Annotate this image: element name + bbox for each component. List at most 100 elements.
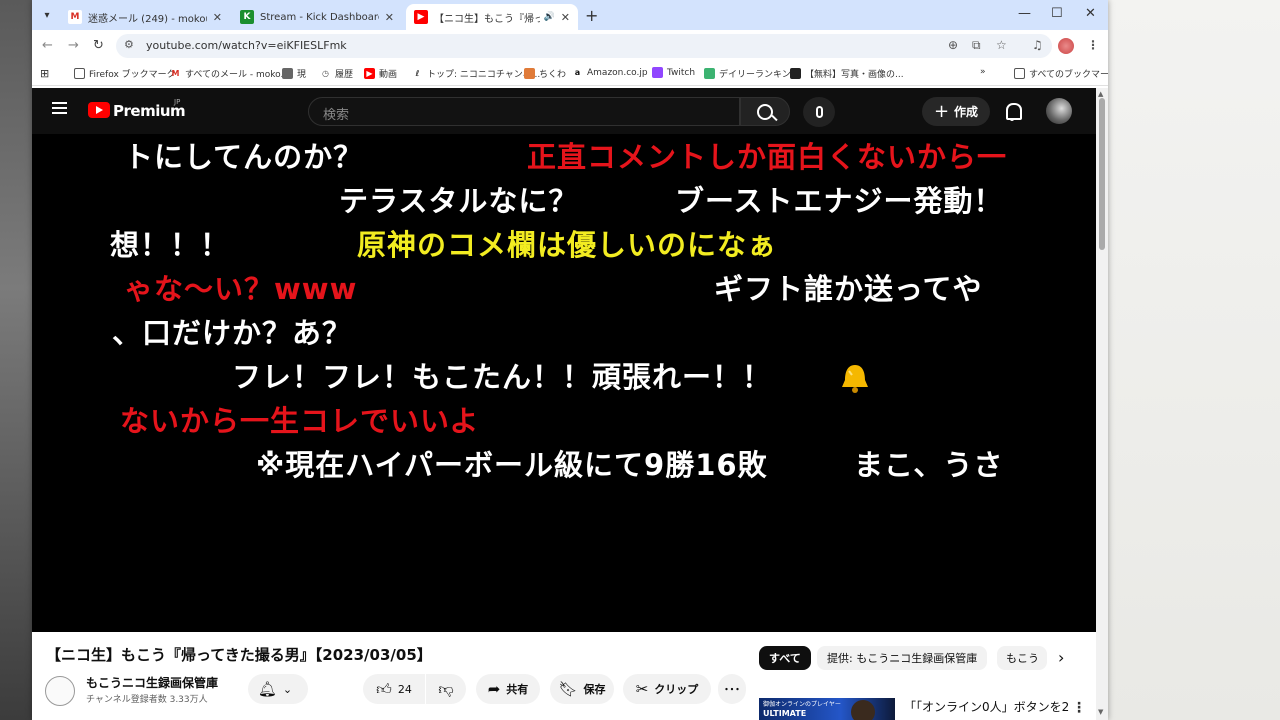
danmaku-comment: 想！！！ xyxy=(110,228,231,262)
address-bar[interactable]: ⚙ youtube.com/watch?v=eiKFIESLFmk ⊕ ⧉ ☆ xyxy=(116,34,1052,58)
speaker-icon[interactable]: 🔊 xyxy=(544,12,555,22)
new-tab-button[interactable]: + xyxy=(585,6,598,25)
bookmark-item[interactable]: M すべてのメール - moko... xyxy=(170,67,290,80)
danmaku-comment: 原神のコメ欄は優しいのになぁ xyxy=(357,228,778,262)
scroll-up-icon[interactable]: ▲ xyxy=(1098,90,1103,98)
plus-icon: + xyxy=(933,100,950,122)
hamburger-menu-icon[interactable] xyxy=(52,102,67,114)
all-bookmarks-folder[interactable]: すべてのブックマーク xyxy=(1014,67,1108,80)
bookmark-item[interactable]: ちくわ xyxy=(524,67,566,80)
close-icon[interactable]: ✕ xyxy=(385,11,394,24)
zoom-icon[interactable]: ⊕ xyxy=(948,38,958,52)
clip-button[interactable]: ✂ クリップ xyxy=(623,674,711,704)
chip-channel[interactable]: 提供: もこうニコ生録画保管庫 xyxy=(817,646,988,670)
close-window-button[interactable]: ✕ xyxy=(1085,6,1096,21)
chevron-right-icon[interactable]: › xyxy=(1058,648,1064,667)
like-button[interactable]: 👍︎ 24 xyxy=(363,674,425,704)
clip-label: クリップ xyxy=(654,683,699,696)
subscribe-notification-button[interactable]: 🔔︎ ⌄ xyxy=(248,674,308,704)
bookmark-item[interactable]: ▶ 動画 xyxy=(364,67,397,80)
minimize-button[interactable]: — xyxy=(1018,6,1031,21)
menu-icon[interactable]: ⋮ xyxy=(1087,38,1099,52)
bookmark-item[interactable]: a Amazon.co.jp xyxy=(572,67,648,78)
bookmark-star-icon[interactable]: ☆ xyxy=(996,38,1007,52)
share-icon: ➦ xyxy=(487,680,501,698)
scroll-down-icon[interactable]: ▼ xyxy=(1098,708,1103,716)
page-icon xyxy=(282,68,293,79)
tab-strip: ▾ M 迷惑メール (249) - mokouliszt1@ ✕ K Strea… xyxy=(32,0,1108,30)
danmaku-comment: ブーストエナジー発動！ xyxy=(675,184,1004,218)
tab-gmail[interactable]: M 迷惑メール (249) - mokouliszt1@ ✕ xyxy=(60,4,230,30)
bookmark-label: ちくわ xyxy=(539,70,567,80)
bookmark-item[interactable]: ◷ 履歴 xyxy=(320,67,353,80)
install-icon[interactable]: ⧉ xyxy=(972,38,981,53)
youtube-page: Premium JP 検索 + 作成 トにしてんのか？ 正直コメントしか面白くな… xyxy=(32,88,1108,720)
back-icon[interactable]: ← xyxy=(42,38,53,53)
video-letterbox xyxy=(1010,134,1096,632)
page-scrollbar[interactable]: ▲ ▼ xyxy=(1096,88,1108,720)
bookmark-item[interactable]: Twitch xyxy=(652,67,695,78)
chip-label: 提供: もこうニコ生録画保管庫 xyxy=(827,652,978,665)
tab-search-icon[interactable]: ▾ xyxy=(38,6,56,24)
chip-mokou[interactable]: もこう xyxy=(997,646,1047,670)
bell-icon: 🔔︎ xyxy=(257,680,277,698)
search-icon[interactable] xyxy=(740,97,790,126)
amazon-icon: a xyxy=(574,68,581,77)
site-info-icon[interactable]: ⚙ xyxy=(124,38,134,51)
recommended-menu-icon[interactable]: ⋮ xyxy=(1072,700,1086,716)
recommended-title[interactable]: 「「オンライン0人」ボタンを2 xyxy=(904,698,1069,715)
tab-kick[interactable]: K Stream - Kick Dashboard ✕ xyxy=(232,4,402,30)
bookmark-item[interactable]: デイリーランキング xyxy=(704,67,800,80)
search-input[interactable]: 検索 xyxy=(308,97,740,126)
bookmark-label: 動画 xyxy=(379,70,398,80)
bookmark-label: デイリーランキング xyxy=(719,70,800,80)
video-player[interactable]: トにしてんのか？ 正直コメントしか面白くないから一 テラスタルなに？ ブーストエ… xyxy=(32,134,1096,632)
account-avatar[interactable] xyxy=(1046,98,1072,124)
danmaku-comment: ギフト誰か送ってや xyxy=(714,272,983,306)
scrollbar-thumb[interactable] xyxy=(1099,98,1105,250)
microphone-icon[interactable] xyxy=(803,97,835,127)
create-button[interactable]: + 作成 xyxy=(922,97,990,126)
bookmark-item[interactable]: 【無料】写真・画像の... xyxy=(790,67,904,80)
bell-emoji-icon xyxy=(842,365,868,393)
forward-icon[interactable]: → xyxy=(68,38,79,53)
bookmark-label: 履歴 xyxy=(335,70,354,80)
thumbnail-caption: 御伽オンラインのプレイヤー xyxy=(763,701,841,708)
url-text[interactable]: youtube.com/watch?v=eiKFIESLFmk xyxy=(146,39,347,52)
youtube-logo-icon[interactable] xyxy=(88,102,110,118)
tab-title: 【ニコ生】もこう『帰ってきた撮る xyxy=(434,13,540,25)
maximize-button[interactable]: ☐ xyxy=(1051,6,1063,21)
channel-name[interactable]: もこうニコ生録画保管庫 xyxy=(86,674,218,691)
desktop-background-left xyxy=(0,0,32,720)
bookmark-item[interactable]: Firefox ブックマーク xyxy=(74,67,176,80)
bookmark-label: Firefox ブックマーク xyxy=(89,70,176,80)
danmaku-comment: ないから一生コレでいいよ xyxy=(120,404,480,438)
danmaku-comment: ※現在ハイパーボール級にて9勝16敗 xyxy=(256,448,768,482)
close-icon[interactable]: ✕ xyxy=(561,11,570,24)
bookmark-label: すべてのブックマーク xyxy=(1029,70,1108,80)
chip-all[interactable]: すべて xyxy=(759,646,811,670)
danmaku-comment: まこ、うさ xyxy=(854,448,1004,482)
apps-icon[interactable]: ⊞ xyxy=(40,67,49,80)
share-button[interactable]: ➦ 共有 xyxy=(476,674,540,704)
media-control-icon[interactable]: ♫ xyxy=(1032,38,1043,52)
bookmark-item[interactable]: ℓ トップ: ニコニコチャンネ... xyxy=(412,67,541,80)
notifications-bell-icon[interactable] xyxy=(1002,101,1022,121)
bookmark-item[interactable]: 現 xyxy=(282,67,306,80)
recommended-thumbnail[interactable]: 御伽オンラインのプレイヤー ULTIMATE xyxy=(759,698,895,720)
danmaku-comment: 正直コメントしか面白くないから一 xyxy=(527,140,1008,174)
close-icon[interactable]: ✕ xyxy=(213,11,222,24)
video-title: 【ニコ生】もこう『帰ってきた撮る男』【2023/03/05】 xyxy=(46,646,432,664)
more-bookmarks-icon[interactable]: » xyxy=(980,67,986,77)
more-actions-button[interactable]: ･･･ xyxy=(718,674,746,704)
like-count: 24 xyxy=(397,682,412,696)
profile-icon[interactable] xyxy=(1058,38,1074,54)
channel-avatar[interactable] xyxy=(45,676,75,706)
reload-icon[interactable]: ↻ xyxy=(93,38,104,53)
niconico-icon: ℓ xyxy=(415,69,420,78)
danmaku-comment: テラスタルなに？ xyxy=(339,184,579,218)
save-button[interactable]: 🔖︎ 保存 xyxy=(550,674,614,704)
dislike-button[interactable]: 👎︎ xyxy=(426,674,466,704)
tab-youtube[interactable]: ▶ 【ニコ生】もこう『帰ってきた撮る 🔊 ✕ xyxy=(406,4,578,30)
desktop-background-right xyxy=(1108,0,1280,720)
